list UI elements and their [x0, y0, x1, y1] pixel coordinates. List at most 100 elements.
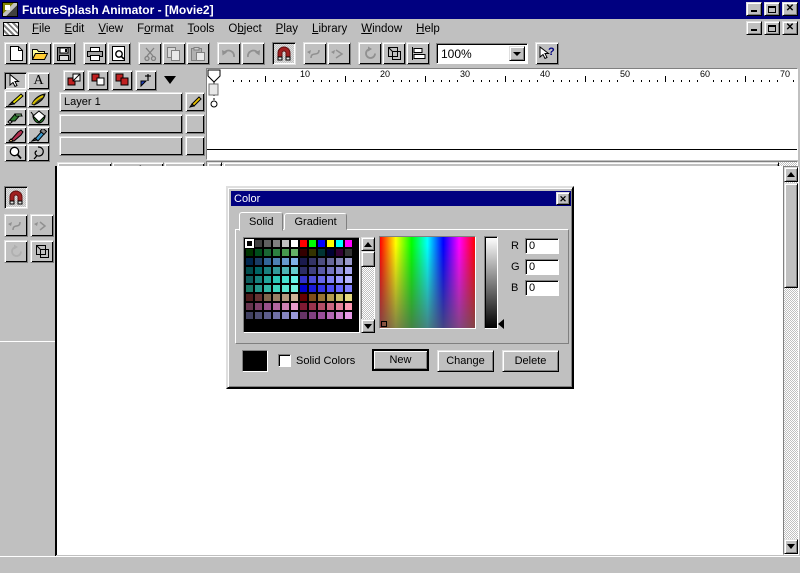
- palette-swatch[interactable]: [326, 266, 335, 275]
- blue-input[interactable]: 0: [525, 280, 559, 296]
- palette-swatch[interactable]: [263, 284, 272, 293]
- rotate-option[interactable]: [4, 240, 28, 263]
- palette-scroll-thumb[interactable]: [361, 251, 375, 267]
- magnet-snap-icon[interactable]: [272, 42, 296, 65]
- smooth-icon[interactable]: [303, 42, 327, 65]
- layer-row[interactable]: [59, 136, 183, 156]
- palette-swatch[interactable]: [308, 293, 317, 302]
- layer-row[interactable]: Layer 1: [59, 92, 183, 112]
- palette-swatch[interactable]: [317, 239, 326, 248]
- palette-swatch[interactable]: [344, 257, 353, 266]
- palette-swatch[interactable]: [308, 248, 317, 257]
- palette-swatch[interactable]: [299, 311, 308, 320]
- palette-swatch[interactable]: [299, 239, 308, 248]
- red-input[interactable]: 0: [525, 238, 559, 254]
- palette-swatch[interactable]: [290, 311, 299, 320]
- palette-swatch[interactable]: [281, 302, 290, 311]
- magnifier-tool[interactable]: [4, 144, 27, 162]
- palette-swatch[interactable]: [254, 239, 263, 248]
- palette-swatch[interactable]: [254, 257, 263, 266]
- palette-swatch[interactable]: [326, 302, 335, 311]
- palette-swatch[interactable]: [308, 302, 317, 311]
- color-dialog-title-bar[interactable]: Color ✕: [231, 191, 571, 206]
- palette-swatch[interactable]: [254, 302, 263, 311]
- anchor-button[interactable]: [135, 69, 157, 91]
- palette-scroll-down-button[interactable]: [361, 319, 375, 333]
- palette-swatch[interactable]: [335, 275, 344, 284]
- palette-swatch[interactable]: [317, 293, 326, 302]
- scale-icon[interactable]: [382, 42, 406, 65]
- palette-swatch[interactable]: [317, 284, 326, 293]
- palette-swatch[interactable]: [326, 275, 335, 284]
- palette-swatch[interactable]: [272, 293, 281, 302]
- straighten-option[interactable]: [30, 214, 54, 237]
- palette-scroll-up-button[interactable]: [361, 237, 375, 251]
- palette-swatch[interactable]: [245, 302, 254, 311]
- palette-swatch[interactable]: [263, 266, 272, 275]
- palette-swatch[interactable]: [335, 284, 344, 293]
- align-icon[interactable]: [406, 42, 430, 65]
- palette-swatch[interactable]: [290, 302, 299, 311]
- palette-swatch[interactable]: [317, 266, 326, 275]
- palette-swatch[interactable]: [308, 275, 317, 284]
- palette-swatch[interactable]: [317, 257, 326, 266]
- palette-swatch[interactable]: [299, 293, 308, 302]
- palette-swatch[interactable]: [281, 248, 290, 257]
- palette-swatch[interactable]: [335, 302, 344, 311]
- palette-swatch[interactable]: [290, 275, 299, 284]
- palette-swatch[interactable]: [290, 239, 299, 248]
- stage-scroll-thumb[interactable]: [784, 183, 798, 288]
- palette-swatch[interactable]: [263, 293, 272, 302]
- palette-swatch[interactable]: [272, 284, 281, 293]
- change-button[interactable]: Change: [437, 350, 494, 372]
- palette-swatch[interactable]: [326, 311, 335, 320]
- new-icon[interactable]: [4, 42, 28, 65]
- palette-swatch[interactable]: [254, 275, 263, 284]
- palette-swatch[interactable]: [281, 311, 290, 320]
- palette-swatch[interactable]: [344, 266, 353, 275]
- palette-swatch[interactable]: [326, 239, 335, 248]
- menu-play[interactable]: Play: [269, 21, 305, 37]
- palette-swatch[interactable]: [263, 239, 272, 248]
- stage-vertical-scrollbar[interactable]: [783, 166, 799, 555]
- palette-swatch[interactable]: [335, 257, 344, 266]
- undo-icon[interactable]: [217, 42, 241, 65]
- scale-option[interactable]: [30, 240, 54, 263]
- rotate-icon[interactable]: [358, 42, 382, 65]
- palette-swatch[interactable]: [344, 248, 353, 257]
- palette-swatch[interactable]: [308, 266, 317, 275]
- redo-icon[interactable]: [241, 42, 265, 65]
- layer-row[interactable]: [59, 114, 183, 134]
- palette-swatch[interactable]: [344, 239, 353, 248]
- palette-swatch[interactable]: [281, 284, 290, 293]
- palette-swatch[interactable]: [335, 248, 344, 257]
- smooth-option[interactable]: [4, 214, 28, 237]
- palette-swatch[interactable]: [290, 257, 299, 266]
- palette-swatch[interactable]: [317, 302, 326, 311]
- open-icon[interactable]: [28, 42, 52, 65]
- print-preview-icon[interactable]: [107, 42, 131, 65]
- brush-tool[interactable]: [27, 90, 50, 108]
- palette-swatch[interactable]: [299, 266, 308, 275]
- text-tool[interactable]: A: [27, 72, 50, 90]
- palette-swatch[interactable]: [308, 257, 317, 266]
- palette-swatch[interactable]: [335, 266, 344, 275]
- delete-button[interactable]: Delete: [502, 350, 559, 372]
- palette-swatch[interactable]: [317, 248, 326, 257]
- menu-view[interactable]: View: [91, 21, 130, 37]
- pencil-icon[interactable]: [185, 92, 205, 112]
- minimize-button[interactable]: [746, 2, 762, 16]
- layer-pen-slot[interactable]: [185, 136, 205, 156]
- menu-object[interactable]: Object: [221, 21, 268, 37]
- palette-swatch[interactable]: [344, 275, 353, 284]
- palette-swatch[interactable]: [281, 266, 290, 275]
- palette-swatch[interactable]: [308, 284, 317, 293]
- palette-swatch[interactable]: [254, 293, 263, 302]
- palette-swatch[interactable]: [263, 302, 272, 311]
- palette-swatch[interactable]: [326, 248, 335, 257]
- palette-swatch[interactable]: [272, 311, 281, 320]
- pencil-tool[interactable]: [4, 90, 27, 108]
- palette-swatch[interactable]: [263, 275, 272, 284]
- cut-icon[interactable]: [138, 42, 162, 65]
- duplicate-layer-button[interactable]: [87, 69, 109, 91]
